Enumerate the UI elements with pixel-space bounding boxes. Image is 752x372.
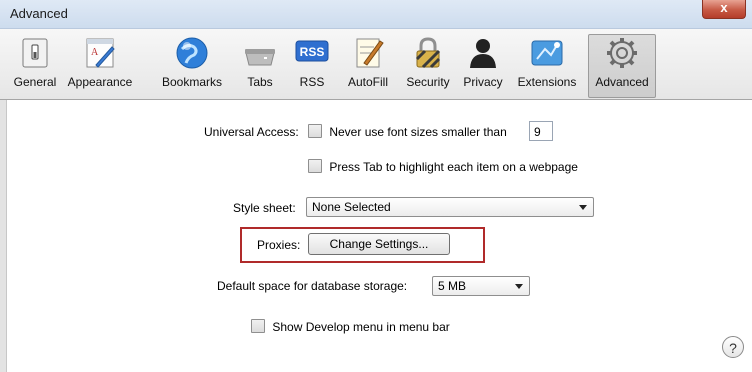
press-tab-row: Press Tab to highlight each item on a we… (308, 159, 578, 174)
never-font-size-label: Never use font sizes smaller than (329, 125, 507, 139)
tab-rss-label: RSS (299, 75, 325, 89)
appearance-icon: A (86, 38, 115, 68)
tab-extensions-label: Extensions (517, 75, 577, 89)
tab-tabs-label: Tabs (247, 75, 273, 89)
close-button[interactable]: x (702, 0, 746, 19)
db-storage-value: 5 MB (438, 279, 467, 293)
tab-appearance[interactable]: A Appearance (64, 35, 136, 97)
chevron-down-icon (515, 284, 523, 289)
tab-rss[interactable]: RSS RSS (294, 35, 330, 97)
tab-advanced[interactable]: Advanced (588, 34, 656, 98)
title-bar: Advanced x (0, 0, 752, 29)
tab-security[interactable]: Security (402, 35, 454, 97)
chevron-down-icon (579, 205, 587, 210)
help-icon: ? (729, 340, 737, 356)
general-icon (22, 38, 48, 68)
style-sheet-select[interactable]: None Selected (306, 197, 594, 217)
svg-text:RSS: RSS (300, 45, 325, 59)
proxies-label: Proxies: (257, 238, 301, 252)
window-left-edge (0, 100, 7, 372)
show-develop-row: Show Develop menu in menu bar (251, 319, 450, 334)
tab-autofill[interactable]: AutoFill (342, 35, 394, 97)
privacy-icon (470, 39, 496, 68)
window-title: Advanced (10, 6, 68, 21)
tabs-icon (245, 49, 275, 66)
min-font-size-field[interactable]: 9 (529, 121, 553, 141)
rss-icon: RSS (295, 40, 329, 62)
tab-bookmarks[interactable]: Bookmarks (156, 35, 228, 97)
tab-advanced-label: Advanced (595, 75, 649, 89)
tab-privacy-label: Privacy (463, 75, 503, 89)
universal-access-label: Universal Access: (204, 125, 299, 139)
change-settings-button[interactable]: Change Settings... (308, 233, 450, 255)
db-storage-label: Default space for database storage: (217, 279, 408, 293)
extensions-icon (531, 40, 563, 66)
style-sheet-label: Style sheet: (233, 201, 296, 215)
tab-autofill-label: AutoFill (347, 75, 388, 89)
tab-extensions[interactable]: Extensions (514, 35, 580, 97)
tab-security-label: Security (406, 75, 450, 89)
bookmarks-icon (176, 37, 208, 69)
tab-tabs[interactable]: Tabs (242, 35, 278, 97)
tab-general-label: General (13, 75, 57, 89)
never-font-size-checkbox[interactable] (308, 124, 322, 138)
tab-general[interactable]: General (12, 35, 58, 97)
security-icon (415, 37, 441, 69)
press-tab-checkbox[interactable] (308, 159, 322, 173)
tab-bookmarks-label: Bookmarks (161, 75, 223, 89)
never-font-size-row: Never use font sizes smaller than (308, 124, 507, 139)
help-button[interactable]: ? (722, 336, 744, 358)
style-sheet-value: None Selected (312, 200, 391, 214)
autofill-icon (356, 38, 384, 68)
db-storage-select[interactable]: 5 MB (432, 276, 530, 296)
show-develop-checkbox[interactable] (251, 319, 265, 333)
show-develop-label: Show Develop menu in menu bar (272, 320, 450, 334)
advanced-icon (607, 38, 637, 68)
tab-appearance-label: Appearance (67, 75, 133, 89)
svg-text:A: A (91, 47, 99, 58)
preferences-toolbar: General A Appearance Bookmarks Tabs RSS … (0, 29, 752, 100)
press-tab-label: Press Tab to highlight each item on a we… (329, 160, 578, 174)
tab-privacy[interactable]: Privacy (460, 35, 506, 97)
close-icon: x (720, 0, 728, 15)
